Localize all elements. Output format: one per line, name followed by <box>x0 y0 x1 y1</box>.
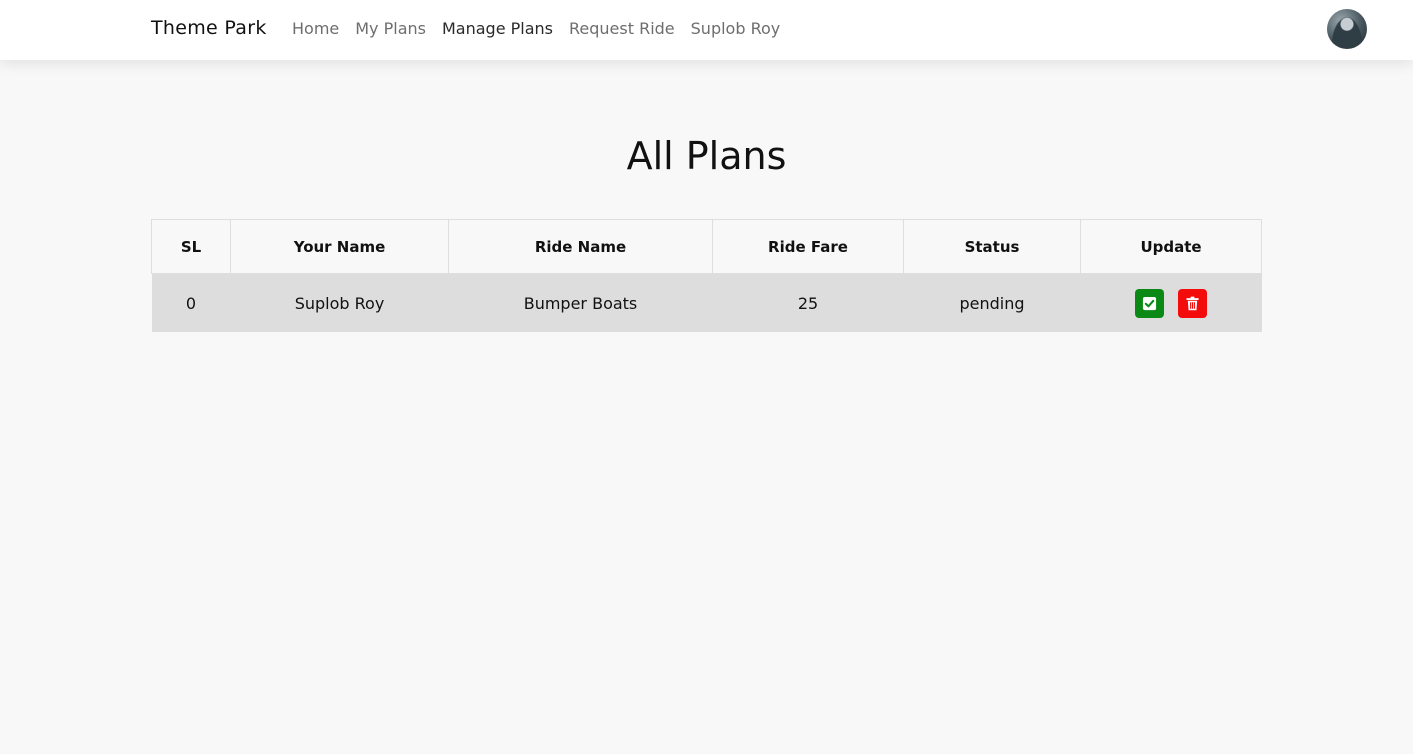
nav-link-user-name[interactable]: Suplob Roy <box>691 19 781 38</box>
page-title: All Plans <box>626 134 787 178</box>
column-header-sl: SL <box>151 219 231 274</box>
trash-icon <box>1185 296 1199 310</box>
cell-status: pending <box>903 273 1081 332</box>
column-header-ride-name: Ride Name <box>448 219 713 274</box>
table-row: 0 Suplob Roy Bumper Boats 25 pending <box>151 273 1262 332</box>
cell-ride-name: Bumper Boats <box>448 273 713 332</box>
table-header-row: SL Your Name Ride Name Ride Fare Status … <box>151 219 1262 274</box>
column-header-ride-fare: Ride Fare <box>712 219 904 274</box>
check-square-icon <box>1143 296 1157 310</box>
approve-button[interactable] <box>1135 288 1165 318</box>
cell-update-actions <box>1080 273 1262 332</box>
column-header-your-name: Your Name <box>230 219 449 274</box>
nav-link-manage-plans[interactable]: Manage Plans <box>442 19 553 38</box>
column-header-status: Status <box>903 219 1081 274</box>
cell-your-name: Suplob Roy <box>230 273 449 332</box>
cell-sl: 0 <box>151 273 231 332</box>
avatar[interactable] <box>1327 9 1367 49</box>
column-header-update: Update <box>1080 219 1262 274</box>
nav-link-request-ride[interactable]: Request Ride <box>569 19 675 38</box>
nav-link-my-plans[interactable]: My Plans <box>355 19 426 38</box>
cell-ride-fare: 25 <box>712 273 904 332</box>
nav-links: Home My Plans Manage Plans Request Ride … <box>292 19 780 38</box>
nav-link-home[interactable]: Home <box>292 19 339 38</box>
delete-button[interactable] <box>1177 288 1207 318</box>
brand-logo[interactable]: Theme Park <box>151 17 267 39</box>
navbar: Theme Park Home My Plans Manage Plans Re… <box>0 0 1413 60</box>
plans-table: SL Your Name Ride Name Ride Fare Status … <box>151 219 1262 332</box>
